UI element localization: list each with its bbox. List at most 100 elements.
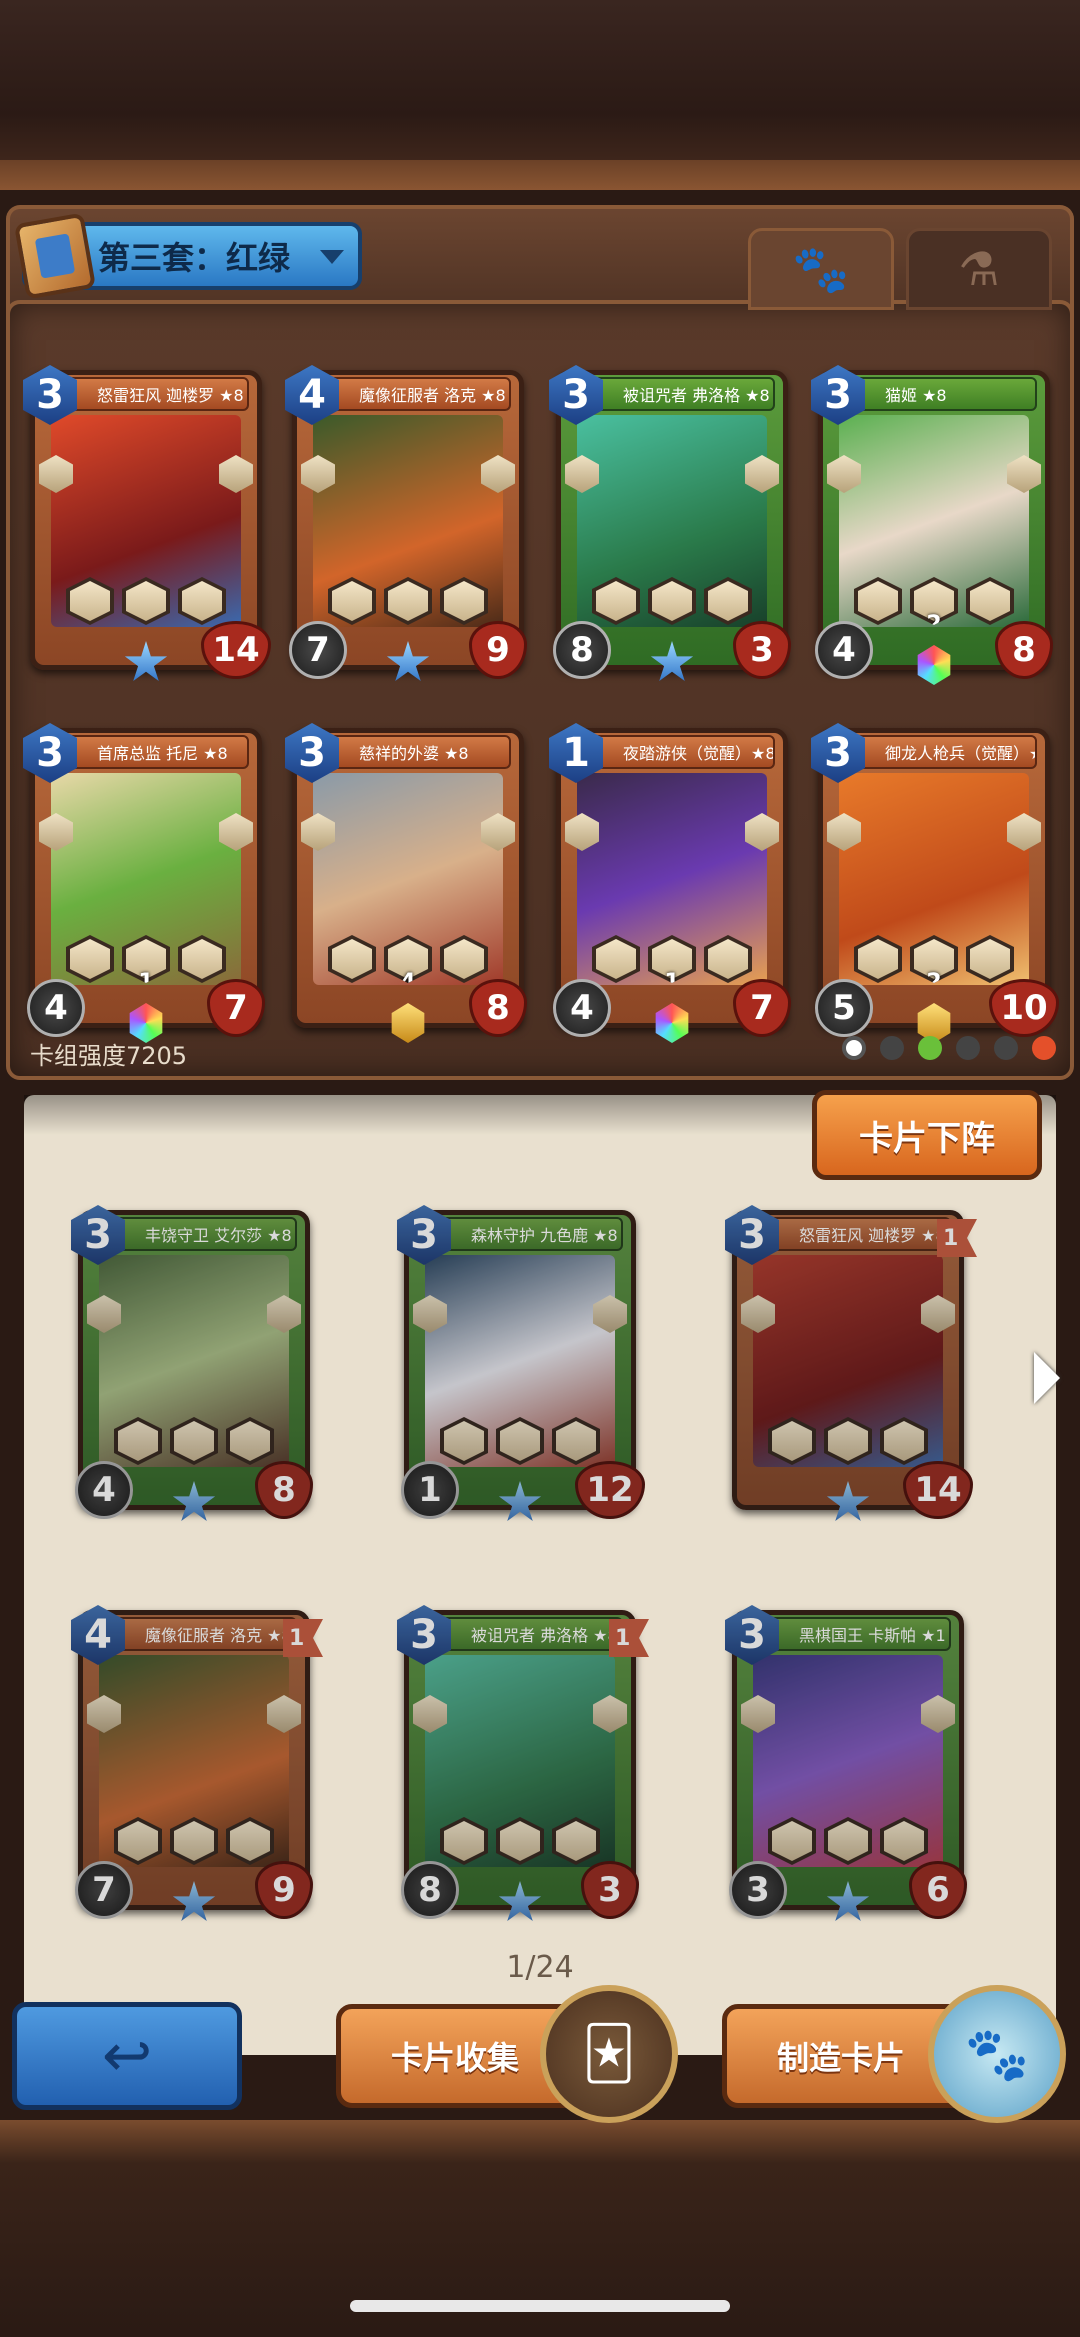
skill-icon	[114, 1817, 162, 1865]
card-attack: 1	[401, 1461, 459, 1519]
back-button[interactable]: ↩	[12, 2002, 242, 2110]
card-name: 魔像征服者 洛克 ★8	[113, 1617, 297, 1651]
filter-earth-icon[interactable]	[880, 1036, 904, 1060]
skill-icon	[440, 1417, 488, 1465]
skill-icon	[226, 1817, 274, 1865]
deck-card[interactable]: 夜踏游侠（觉醒）★8 1 1 4 7	[549, 723, 791, 1043]
skill-count: 1	[138, 970, 154, 995]
back-arrow-icon: ↩	[101, 2021, 153, 2091]
potion-icon: ⚗	[958, 242, 1000, 296]
deck-card[interactable]: 魔像征服者 洛克 ★8 4 7 9	[285, 365, 527, 682]
deck-card[interactable]: 怒雷狂风 迦楼罗 ★8 3 14	[23, 365, 271, 682]
skill-icon	[496, 1417, 544, 1465]
card-attack: 4	[75, 1461, 133, 1519]
skill-icon	[966, 577, 1014, 625]
skill-icon: 1	[648, 935, 696, 983]
skill-icon: 2	[910, 935, 958, 983]
card-skills	[767, 1817, 929, 1865]
skill-icon	[854, 935, 902, 983]
tab-pets[interactable]: 🐾	[748, 228, 894, 310]
card-name: 怒雷狂风 迦楼罗 ★8	[65, 377, 249, 411]
skill-icon	[592, 577, 640, 625]
skill-icon	[328, 935, 376, 983]
next-page-arrow-icon[interactable]	[1034, 1352, 1060, 1404]
skill-icon	[496, 1817, 544, 1865]
card-attack: 4	[553, 979, 611, 1037]
skill-icon	[704, 577, 752, 625]
card-attack: 3	[729, 1861, 787, 1919]
card-skills	[591, 577, 753, 625]
deck-card[interactable]: 首席总监 托尼 ★8 1 3 4 7	[23, 723, 265, 1043]
card-name: 魔像征服者 洛克 ★8	[327, 377, 511, 411]
card-skills	[113, 1817, 275, 1865]
skill-icon	[114, 1417, 162, 1465]
card-name: 被诅咒者 弗洛格 ★8	[439, 1617, 623, 1651]
collection-card[interactable]: 丰饶守卫 艾尔莎 ★8 3 4 8	[71, 1205, 313, 1522]
card-name: 森林守护 九色鹿 ★8	[439, 1217, 623, 1251]
card-name: 怒雷狂风 迦楼罗 ★8	[767, 1217, 951, 1251]
deck-name: 第三套：红绿	[98, 239, 291, 277]
card-skills	[767, 1417, 929, 1465]
caret-down-icon	[320, 250, 344, 264]
card-name: 被诅咒者 弗洛格 ★8	[591, 377, 775, 411]
deck-strength: 卡组强度7205	[30, 1042, 188, 1070]
skill-icon	[440, 1817, 488, 1865]
card-attack: 7	[289, 621, 347, 679]
craft-paw-jar-icon[interactable]: 🐾	[928, 1985, 1066, 2123]
skill-icon	[768, 1417, 816, 1465]
filter-all-icon[interactable]	[842, 1036, 866, 1060]
skill-icon	[648, 577, 696, 625]
card-attack: 5	[815, 979, 873, 1037]
filter-nature-icon[interactable]	[918, 1036, 942, 1060]
collection-card[interactable]: 森林守护 九色鹿 ★8 3 1 12	[397, 1205, 645, 1522]
deck-card[interactable]: 御龙人枪兵（觉醒）★8 2 3 5 10	[811, 723, 1059, 1043]
skill-icon	[854, 577, 902, 625]
card-name: 夜踏游侠（觉醒）★8	[591, 735, 775, 769]
collection-card[interactable]: 被诅咒者 弗洛格 ★8 3 8 3 1	[397, 1605, 649, 1922]
card-skills	[439, 1817, 601, 1865]
remove-card-button[interactable]: 卡片下阵	[812, 1090, 1042, 1180]
collection-card[interactable]: 黑棋国王 卡斯帕 ★1 3 3 6	[725, 1605, 967, 1922]
card-skills	[327, 577, 489, 625]
skill-icon	[592, 935, 640, 983]
deck-card[interactable]: 猫姬 ★8 2 3 4 8	[811, 365, 1053, 685]
skill-icon	[328, 577, 376, 625]
collection-card[interactable]: 怒雷狂风 迦楼罗 ★8 3 14 1	[725, 1205, 977, 1522]
skill-icon: 1	[122, 935, 170, 983]
filter-dark-icon[interactable]	[994, 1036, 1018, 1060]
filter-beast-icon[interactable]	[956, 1036, 980, 1060]
card-collection-medal-icon[interactable]: 🃏	[540, 1985, 678, 2123]
paw-icon: 🐾	[792, 241, 850, 296]
card-name: 首席总监 托尼 ★8	[65, 735, 249, 769]
card-name: 慈祥的外婆 ★8	[327, 735, 511, 769]
skill-icon	[226, 1417, 274, 1465]
skill-icon	[704, 935, 752, 983]
card-attack: 8	[553, 621, 611, 679]
tab-potions[interactable]: ⚗	[906, 228, 1052, 310]
card-name: 丰饶守卫 艾尔莎 ★8	[113, 1217, 297, 1251]
skill-count: 2	[926, 612, 942, 637]
skill-icon	[552, 1817, 600, 1865]
skill-icon	[880, 1417, 928, 1465]
deck-card[interactable]: 被诅咒者 弗洛格 ★8 3 8 3	[549, 365, 791, 682]
skill-icon	[170, 1417, 218, 1465]
skill-icon	[824, 1817, 872, 1865]
filter-fire-icon[interactable]	[1032, 1036, 1056, 1060]
skill-icon	[440, 935, 488, 983]
card-skills	[439, 1417, 601, 1465]
card-skills: 1	[591, 935, 753, 983]
skill-icon	[966, 935, 1014, 983]
skill-icon	[880, 1817, 928, 1865]
card-skills: 4	[327, 935, 489, 983]
page-indicator: 1/24	[506, 1950, 574, 1985]
skill-icon	[66, 577, 114, 625]
deck-card[interactable]: 慈祥的外婆 ★8 4 3 8	[285, 723, 527, 1043]
element-filters[interactable]	[842, 1036, 1056, 1060]
collection-card[interactable]: 魔像征服者 洛克 ★8 4 7 9 1	[71, 1605, 323, 1922]
skill-icon	[768, 1817, 816, 1865]
skill-icon	[170, 1817, 218, 1865]
skill-icon	[178, 577, 226, 625]
skill-count: 2	[926, 970, 942, 995]
skill-count: 4	[400, 970, 416, 995]
skill-icon	[122, 577, 170, 625]
